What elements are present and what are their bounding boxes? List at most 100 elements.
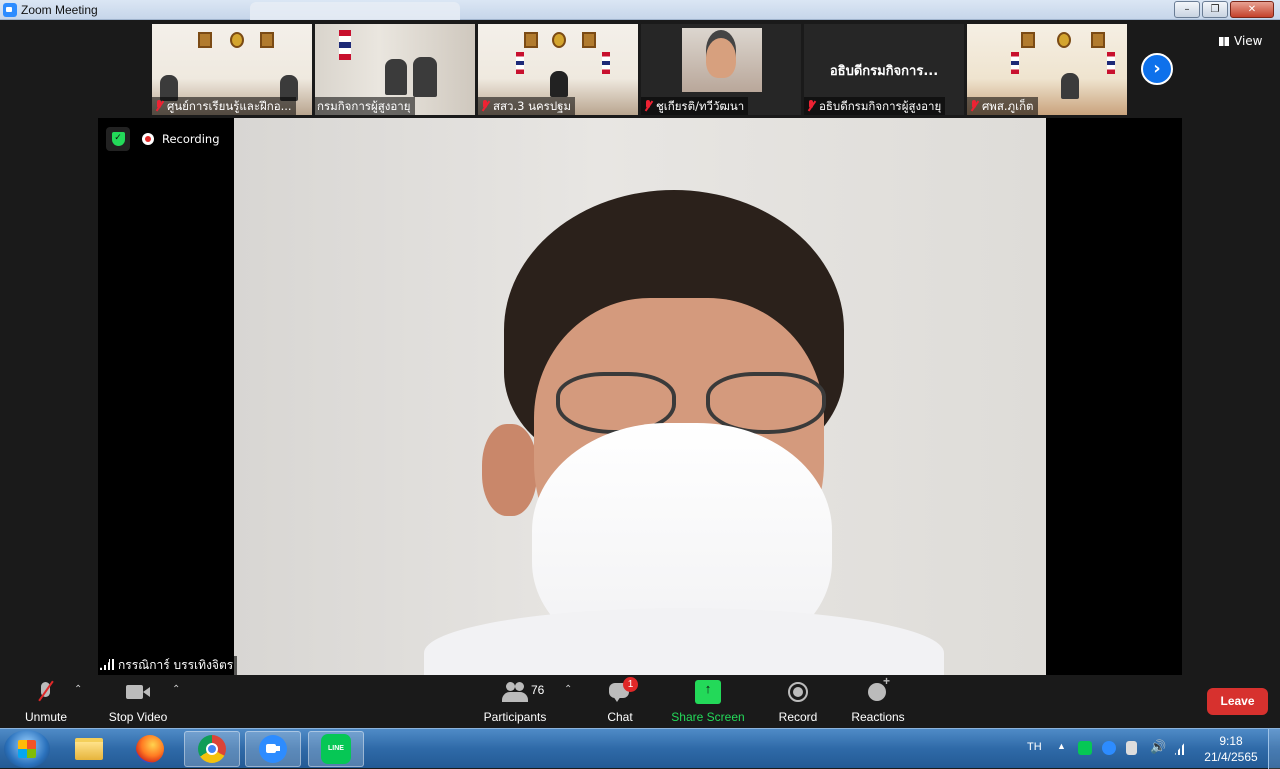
windows-taskbar: LINE TH ▲ 🔊 9:18 21/4/2565 bbox=[0, 728, 1280, 769]
reactions-label: Reactions bbox=[851, 710, 905, 724]
window-controls: – ❐ ✕ bbox=[1174, 1, 1274, 18]
thumbnail-name: ศพส.ภูเก็ต bbox=[982, 99, 1034, 113]
stop-video-label: Stop Video bbox=[108, 710, 168, 724]
signal-bars-icon bbox=[100, 659, 114, 670]
thumbnail-name: กรมกิจการผู้สูงอายุ bbox=[317, 99, 411, 113]
thumbnail-name: ชูเกียรติ/ทวีวัฒนา bbox=[656, 99, 745, 113]
stop-video-button[interactable]: Stop Video bbox=[104, 676, 172, 728]
empty-chair bbox=[550, 71, 568, 97]
record-label: Record bbox=[778, 710, 818, 724]
participant-photo bbox=[682, 28, 762, 92]
share-screen-arrow-icon: ↑ bbox=[695, 680, 721, 704]
participant-thumbnail[interactable]: ศูนย์การเรียนรู้และฝึกอ... bbox=[152, 24, 312, 115]
close-window-button[interactable]: ✕ bbox=[1230, 1, 1274, 18]
active-speaker-video bbox=[234, 118, 1046, 675]
taskbar-firefox[interactable] bbox=[122, 731, 178, 767]
emblem-icon bbox=[198, 32, 212, 48]
thumbnail-name: ศูนย์การเรียนรู้และฝึกอ... bbox=[167, 99, 292, 113]
thumbnail-name-label: กรมกิจการผู้สูงอายุ bbox=[315, 97, 415, 115]
thumbnail-name-label: สสว.3 นครปฐม bbox=[478, 97, 576, 115]
participants-button[interactable]: 76 Participants bbox=[482, 676, 548, 728]
window-title: Zoom Meeting bbox=[21, 3, 98, 17]
start-button-icon[interactable] bbox=[4, 730, 50, 768]
participants-label: Participants bbox=[483, 710, 547, 724]
taskbar-zoom[interactable] bbox=[245, 731, 301, 767]
recording-dot-icon bbox=[142, 133, 154, 145]
meeting-status-row: ✓ Recording bbox=[106, 127, 220, 151]
taskbar-line[interactable]: LINE bbox=[308, 731, 364, 767]
participants-options-caret-icon[interactable]: ⌃ bbox=[564, 684, 572, 695]
encryption-shield-icon[interactable]: ✓ bbox=[106, 127, 130, 151]
emblem-icon bbox=[1057, 32, 1071, 48]
show-hidden-icons-icon[interactable]: ▲ bbox=[1057, 741, 1066, 751]
video-options-caret-icon[interactable]: ⌃ bbox=[172, 684, 180, 695]
muted-mic-icon bbox=[480, 100, 490, 112]
chat-button[interactable]: 1 Chat bbox=[600, 676, 640, 728]
thumbnail-name-label: อธิบดีกรมกิจการผู้สูงอายุ bbox=[804, 97, 946, 115]
participant-thumbnail[interactable]: กรมกิจการผู้สูงอายุ bbox=[315, 24, 475, 115]
maximize-button[interactable]: ❐ bbox=[1202, 1, 1228, 18]
minimize-button[interactable]: – bbox=[1174, 1, 1200, 18]
zoom-tray-icon[interactable] bbox=[1102, 741, 1116, 755]
participant-thumbnail[interactable]: ชูเกียรติ/ทวีวัฒนา bbox=[641, 24, 801, 115]
participants-count: 76 bbox=[531, 683, 545, 697]
thumbnail-name-label: ศพส.ภูเก็ต bbox=[967, 97, 1038, 115]
speaker-name: กรรณิการ์ บรรเทิงจิตร bbox=[118, 658, 234, 672]
speaker-ear bbox=[482, 424, 537, 516]
unmute-label: Unmute bbox=[24, 710, 68, 724]
language-indicator[interactable]: TH bbox=[1027, 741, 1042, 753]
speaker-shirt bbox=[424, 608, 944, 675]
taskbar-explorer[interactable] bbox=[61, 731, 117, 767]
participant-thumbnail[interactable]: ศพส.ภูเก็ต bbox=[967, 24, 1127, 115]
chat-bubble-icon: 1 bbox=[607, 677, 638, 704]
reactions-button[interactable]: Reactions bbox=[850, 674, 906, 728]
emblem-icon bbox=[524, 32, 538, 48]
view-button[interactable]: View bbox=[1219, 34, 1262, 48]
participants-icon bbox=[502, 680, 528, 704]
reactions-smiley-icon bbox=[865, 674, 891, 704]
clock-date: 21/4/2565 bbox=[1204, 750, 1258, 764]
background-window-ghost bbox=[250, 2, 460, 20]
muted-microphone-icon bbox=[33, 680, 59, 704]
flag-icon bbox=[1107, 52, 1115, 74]
participant-figure bbox=[385, 59, 407, 95]
record-button[interactable]: Record bbox=[776, 676, 820, 728]
show-desktop-button[interactable] bbox=[1268, 729, 1280, 769]
flag-icon bbox=[1011, 52, 1019, 74]
next-page-arrow-icon[interactable]: › bbox=[1141, 53, 1173, 85]
participant-thumbnail[interactable]: สสว.3 นครปฐม bbox=[478, 24, 638, 115]
participant-thumbnail[interactable]: อธิบดีกรมกิจการ... อธิบดีกรมกิจการผู้สูง… bbox=[804, 24, 964, 115]
taskbar-chrome[interactable] bbox=[184, 731, 240, 767]
chat-unread-badge: 1 bbox=[623, 677, 638, 692]
volume-icon[interactable]: 🔊 bbox=[1150, 739, 1166, 754]
emblem-icon bbox=[1021, 32, 1035, 48]
meeting-stage: ศูนย์การเรียนรู้และฝึกอ... กรมกิจการผู้ส… bbox=[0, 20, 1280, 676]
line-tray-icon[interactable] bbox=[1078, 741, 1092, 755]
clock-time: 9:18 bbox=[1219, 734, 1243, 748]
share-screen-label: Share Screen bbox=[671, 710, 745, 724]
audio-options-caret-icon[interactable]: ⌃ bbox=[74, 684, 82, 695]
participant-figure bbox=[1061, 73, 1079, 99]
flag-icon bbox=[516, 52, 524, 74]
active-speaker-view bbox=[98, 118, 1182, 675]
emblem-icon bbox=[582, 32, 596, 48]
zoom-app-icon bbox=[3, 3, 17, 17]
zoom-icon bbox=[259, 735, 287, 763]
emblem-icon bbox=[230, 32, 244, 48]
muted-mic-icon bbox=[643, 100, 653, 112]
chat-label: Chat bbox=[607, 710, 633, 724]
emblem-icon bbox=[1091, 32, 1105, 48]
taskbar-clock[interactable]: 9:18 21/4/2565 bbox=[1196, 733, 1266, 765]
flag-icon bbox=[339, 30, 351, 60]
device-tray-icon[interactable] bbox=[1126, 741, 1137, 755]
share-screen-button[interactable]: ↑ Share Screen bbox=[670, 676, 746, 728]
chrome-icon bbox=[198, 735, 226, 763]
network-signal-icon[interactable] bbox=[1174, 741, 1186, 755]
recording-label: Recording bbox=[162, 132, 220, 146]
thumbnail-name: สสว.3 นครปฐม bbox=[493, 99, 572, 113]
recording-indicator[interactable]: Recording bbox=[142, 132, 220, 146]
view-label: View bbox=[1234, 34, 1263, 48]
emblem-icon bbox=[552, 32, 566, 48]
leave-button[interactable]: Leave bbox=[1207, 688, 1268, 715]
unmute-button[interactable]: Unmute bbox=[20, 676, 72, 728]
